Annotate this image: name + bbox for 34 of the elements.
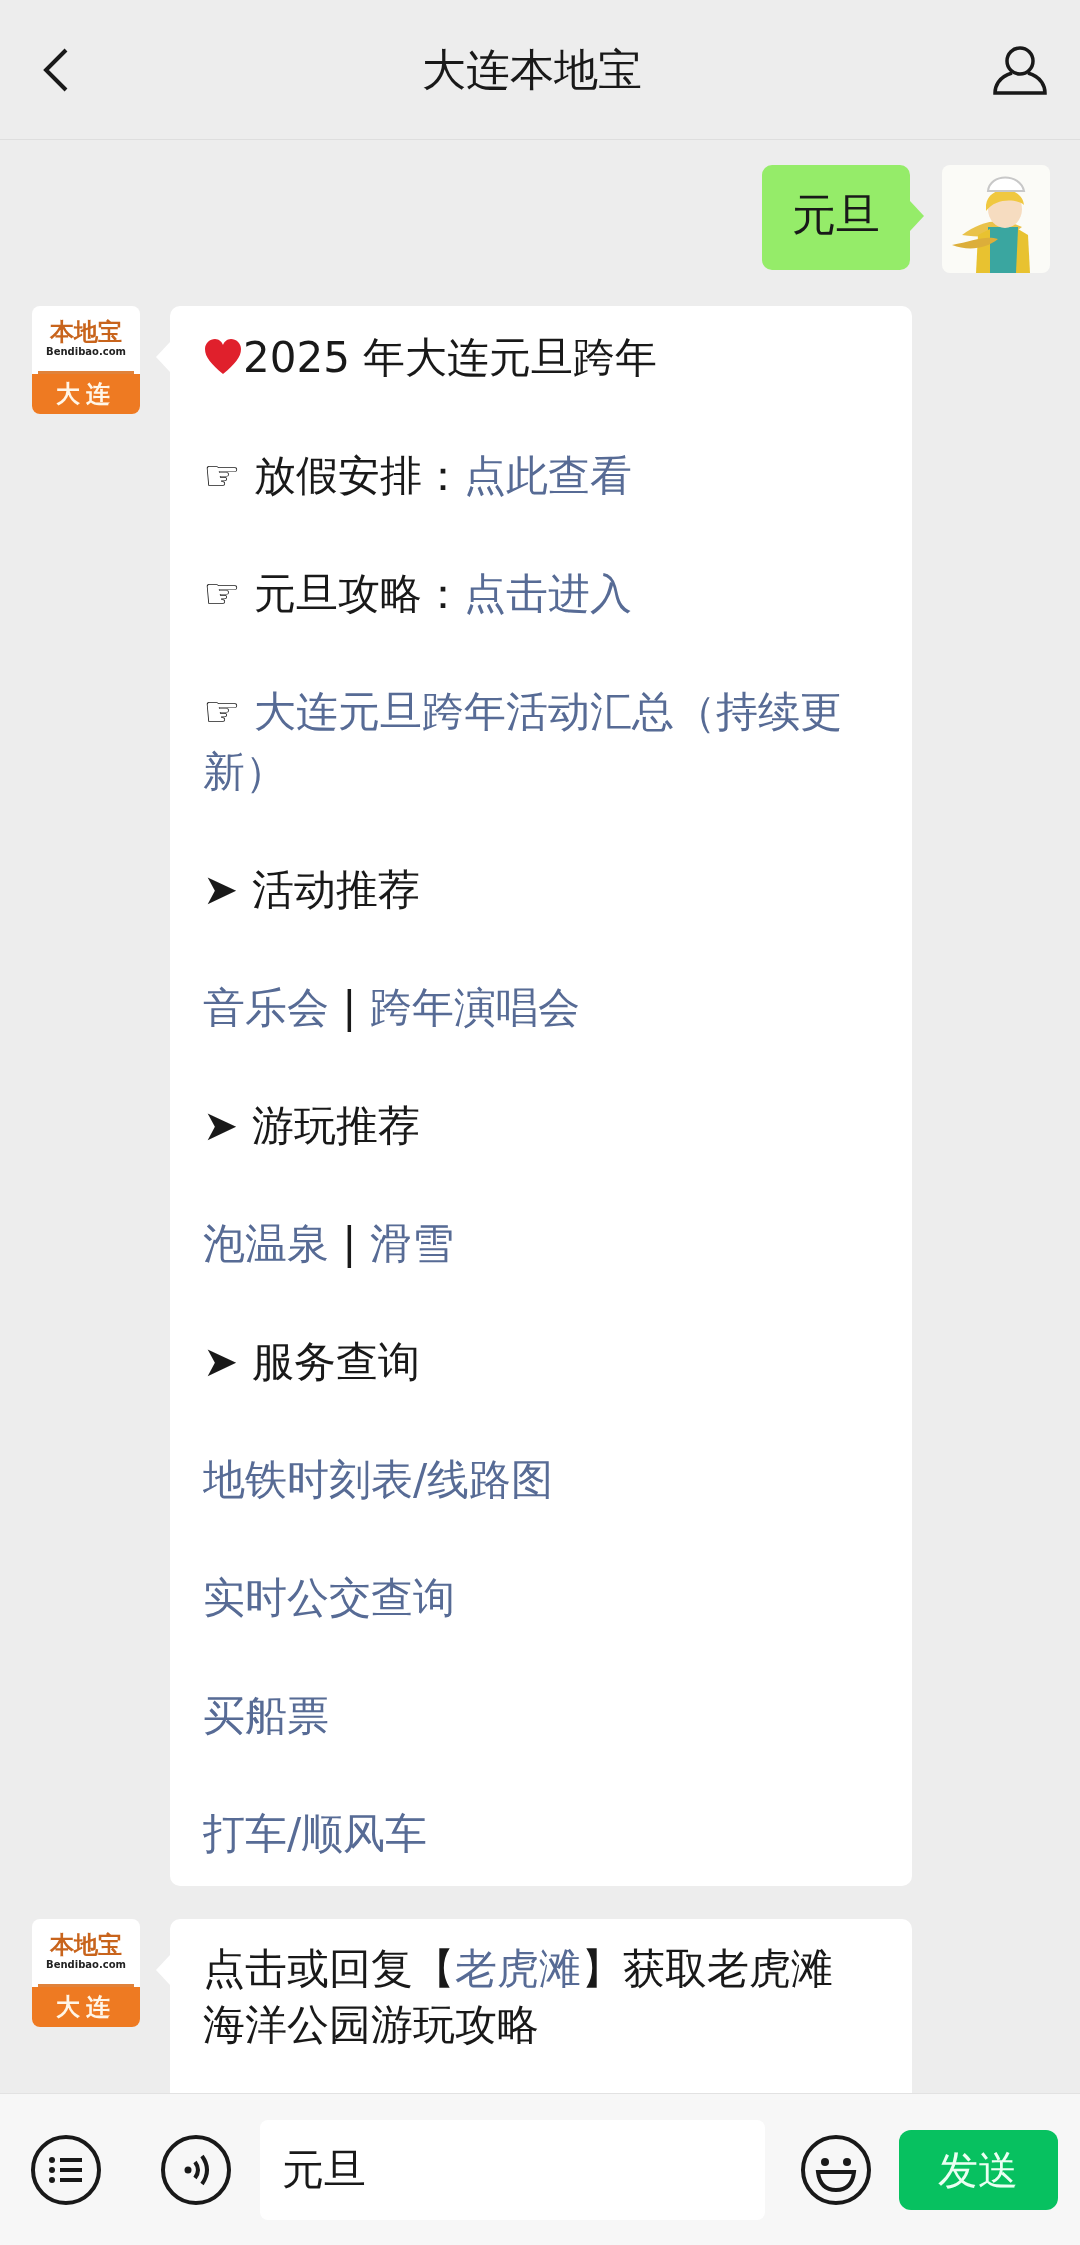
link[interactable]: 点此查看 <box>464 451 632 500</box>
voice-icon[interactable] <box>159 2133 232 2206</box>
message-text: 音乐会 | 跨年演唱会 <box>203 982 581 1034</box>
heart-icon <box>203 338 243 376</box>
logo-city: 大连 <box>32 1987 140 2027</box>
link[interactable]: 跨年演唱会 <box>369 983 580 1032</box>
message-text: 点击或回复【老虎滩】获取老虎滩海洋公园游玩攻略 <box>203 1943 834 2051</box>
emoji-icon[interactable] <box>799 2133 872 2206</box>
message-text: ➤ 服务查询 <box>203 1336 421 1388</box>
message-text: ☞ 元旦攻略：点击进入 <box>203 568 633 620</box>
logo-city: 大连 <box>32 374 140 414</box>
message-link[interactable]: 买船票 <box>203 1686 872 1746</box>
message-text: 泡温泉 | 滑雪 <box>203 1218 455 1270</box>
link[interactable]: 音乐会 <box>203 983 329 1032</box>
link[interactable]: 滑雪 <box>369 1219 454 1268</box>
message-text: ☞ 放假安排：点此查看 <box>203 450 633 502</box>
logo-site: Bendibao.com <box>46 1958 126 1971</box>
message-text: 2025 年大连元旦跨年 <box>203 328 872 388</box>
message-link[interactable]: 实时公交查询 <box>203 1568 872 1628</box>
link[interactable]: 点击进入 <box>464 569 632 618</box>
logo-site: Bendibao.com <box>46 345 126 358</box>
link[interactable]: 泡温泉 <box>203 1219 329 1268</box>
message-link[interactable]: 打车/顺风车 <box>203 1804 872 1864</box>
message-text: 元旦 <box>792 188 880 242</box>
message-link[interactable]: ☞ 大连元旦跨年活动汇总（持续更新） <box>203 682 872 802</box>
message-link[interactable]: 地铁时刻表/线路图 <box>203 1450 872 1510</box>
message-text: ➤ 游玩推荐 <box>203 1100 421 1152</box>
logo-title: 本地宝 <box>50 319 122 346</box>
page-title: 大连本地宝 <box>422 42 642 97</box>
menu-icon[interactable] <box>30 2133 102 2206</box>
link[interactable]: 老虎滩 <box>455 1944 581 1993</box>
logo-title: 本地宝 <box>50 1932 122 1959</box>
input-field[interactable]: 元旦 <box>259 2119 765 2220</box>
message-text: ➤ 活动推荐 <box>203 864 421 916</box>
